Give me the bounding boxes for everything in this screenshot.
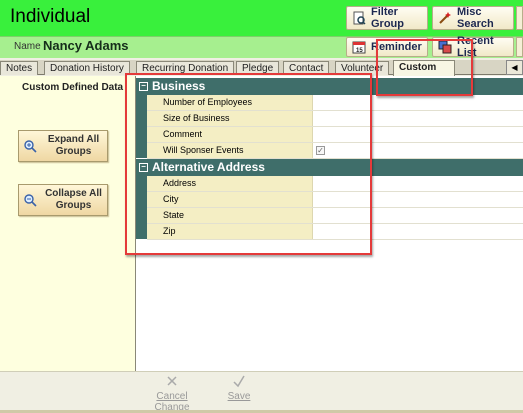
cancel-change-button[interactable]: Cancel Change [138, 374, 206, 413]
collapse-all-groups-label: Collapse All Groups [45, 188, 102, 211]
name-value: Nancy Adams [43, 38, 129, 53]
zoom-out-icon [24, 193, 37, 207]
custom-defined-data-label: Custom Defined Data [22, 82, 124, 93]
save-label: Save [227, 391, 251, 402]
window-title: Individual [10, 6, 91, 27]
cancel-x-icon [167, 376, 177, 386]
filter-group-label: Filter Group [371, 6, 404, 30]
tab-donation-history[interactable]: Donation History [44, 61, 130, 75]
action-bar [0, 371, 523, 413]
collapse-all-groups-button[interactable]: Collapse All Groups [18, 184, 108, 216]
calendar-icon: 15 [352, 41, 366, 54]
more-button-edge-2[interactable] [516, 37, 523, 57]
zoom-in-icon [24, 139, 37, 153]
highlight-box-reminder [376, 39, 473, 96]
name-label: Name [14, 41, 41, 52]
svg-text:15: 15 [356, 48, 363, 54]
tab-notes[interactable]: Notes [0, 61, 39, 75]
expand-all-groups-button[interactable]: Expand All Groups [18, 130, 108, 162]
checkmark-icon [233, 375, 245, 388]
misc-search-button[interactable]: Misc Search [432, 6, 514, 30]
expand-all-groups-label: Expand All Groups [47, 134, 100, 157]
filter-group-button[interactable]: Filter Group [346, 6, 428, 30]
left-panel [0, 76, 135, 371]
more-button-edge[interactable] [516, 6, 523, 30]
highlight-box-custom-grid [125, 73, 372, 255]
filter-page-icon [353, 11, 366, 25]
search-wand-icon [439, 12, 451, 24]
tab-scroll-left-icon[interactable]: ◀ [506, 60, 523, 75]
misc-search-label: Misc Search [457, 6, 494, 30]
save-button[interactable]: Save [222, 374, 256, 402]
